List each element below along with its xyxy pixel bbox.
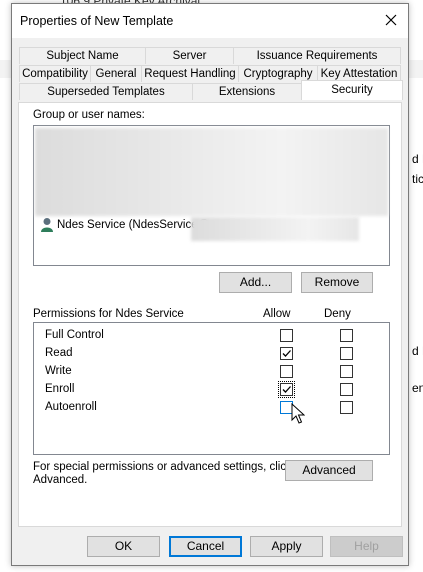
close-button[interactable] xyxy=(380,9,402,31)
permission-name: Full Control xyxy=(45,329,104,341)
tab-superseded-templates[interactable]: Superseded Templates xyxy=(19,83,193,100)
deny-checkbox[interactable] xyxy=(340,329,353,342)
deny-checkbox[interactable] xyxy=(340,365,353,378)
cancel-button[interactable]: Cancel xyxy=(169,536,242,557)
permissions-label: Permissions for Ndes Service xyxy=(33,308,184,320)
advanced-button[interactable]: Advanced xyxy=(285,460,373,481)
user-name-label: Ndes Service (NdesService@ xyxy=(57,219,210,231)
background-text: en xyxy=(412,381,423,395)
security-panel: Group or user names: Ndes Service (NdesS… xyxy=(18,102,402,527)
add-button[interactable]: Add... xyxy=(219,272,292,293)
permission-row: Write xyxy=(34,363,389,381)
help-button[interactable]: Help xyxy=(330,536,403,557)
deny-checkbox[interactable] xyxy=(340,401,353,414)
redacted-email xyxy=(191,217,359,241)
allow-checkbox[interactable] xyxy=(280,347,293,360)
background-text: tic xyxy=(412,172,423,186)
allow-checkbox[interactable] xyxy=(280,329,293,342)
deny-checkbox[interactable] xyxy=(340,347,353,360)
permission-row: Autoenroll xyxy=(34,399,389,417)
permission-name: Enroll xyxy=(45,383,75,395)
tab-general[interactable]: General xyxy=(90,65,142,82)
permission-row: Enroll xyxy=(34,381,389,399)
permission-row: Full Control xyxy=(34,327,389,345)
permission-name: Write xyxy=(45,365,72,377)
background-text: d L xyxy=(412,344,423,358)
close-icon xyxy=(385,14,397,26)
background-text: d L xyxy=(412,152,423,166)
allow-checkbox[interactable] xyxy=(278,381,295,398)
special-permissions-text: For special permissions or advanced sett… xyxy=(33,461,292,473)
list-item-ndes-service[interactable]: Ndes Service (NdesService@ xyxy=(37,216,387,241)
tab-extensions[interactable]: Extensions xyxy=(192,83,302,100)
tab-subject-name[interactable]: Subject Name xyxy=(19,47,146,64)
dialog-title: Properties of New Template xyxy=(20,14,174,28)
permission-name: Read xyxy=(45,347,73,359)
special-permissions-text-line2: Advanced. xyxy=(33,474,88,486)
deny-column-header: Deny xyxy=(324,308,351,320)
properties-dialog: Properties of New Template Subject Name … xyxy=(11,3,409,566)
mouse-cursor-icon xyxy=(291,403,305,424)
deny-checkbox[interactable] xyxy=(340,383,353,396)
allow-checkbox[interactable] xyxy=(280,365,293,378)
permission-row: Read xyxy=(34,345,389,363)
permissions-list: Full Control Read Write Enroll Autoenrol… xyxy=(33,322,390,455)
apply-button[interactable]: Apply xyxy=(250,536,323,557)
ok-button[interactable]: OK xyxy=(87,536,160,557)
redacted-entries xyxy=(35,128,388,216)
checkmark-icon xyxy=(282,350,291,357)
allow-column-header: Allow xyxy=(263,308,291,320)
tab-compatibility[interactable]: Compatibility xyxy=(19,65,91,82)
permission-name: Autoenroll xyxy=(45,401,97,413)
group-user-list[interactable]: Ndes Service (NdesService@ xyxy=(33,125,390,266)
title-bar: Properties of New Template xyxy=(12,4,408,38)
checkmark-icon xyxy=(282,386,291,393)
tab-issuance-requirements[interactable]: Issuance Requirements xyxy=(233,47,401,64)
remove-button[interactable]: Remove xyxy=(301,272,373,293)
user-icon xyxy=(41,218,53,232)
tab-request-handling[interactable]: Request Handling xyxy=(141,65,239,82)
tab-server[interactable]: Server xyxy=(145,47,234,64)
tab-security[interactable]: Security xyxy=(301,80,403,100)
group-user-names-label: Group or user names: xyxy=(33,109,145,121)
